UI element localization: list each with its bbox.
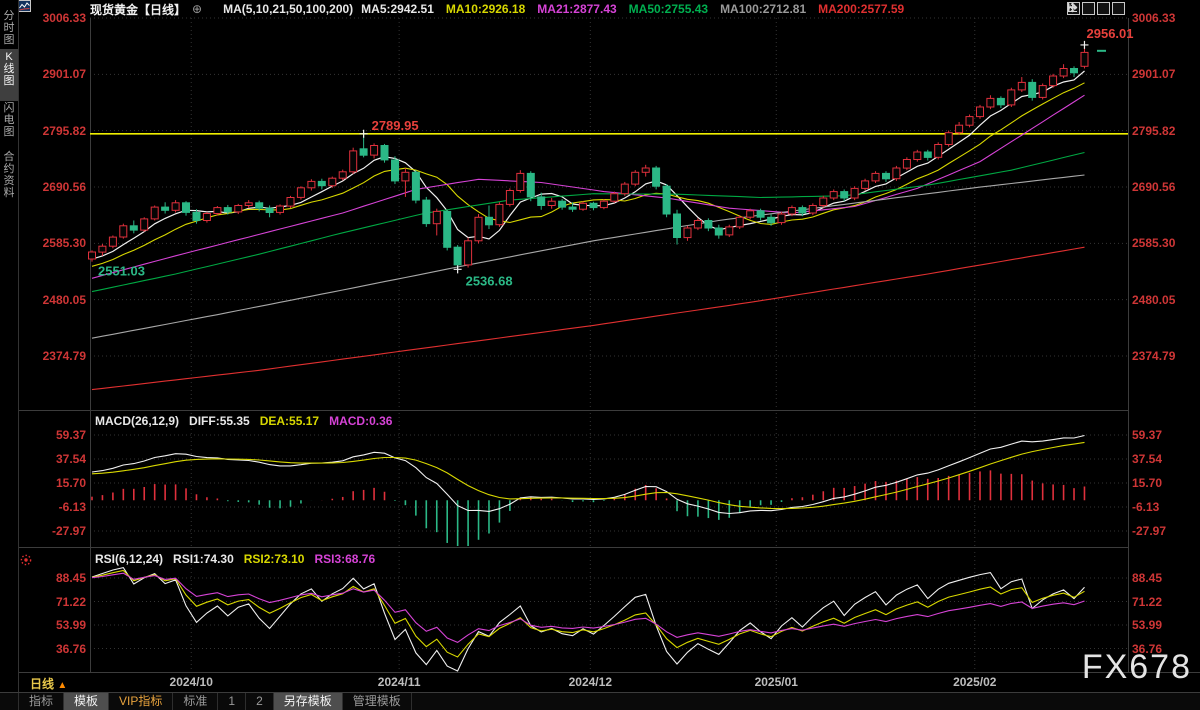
ma-legend-item: MA50:2755.43 — [629, 2, 708, 16]
axis-tick: 88.45 — [18, 571, 86, 585]
tab-1[interactable]: 1 — [218, 693, 246, 710]
tab-标准[interactable]: 标准 — [173, 693, 218, 710]
svg-text:2789.95: 2789.95 — [372, 118, 419, 133]
legend-item: RSI2:73.10 — [244, 552, 305, 566]
ma-legend-item: MA10:2926.18 — [446, 2, 525, 16]
axis-tick: 71.22 — [18, 595, 86, 609]
axis-tick: -27.97 — [1132, 524, 1198, 538]
instrument-title: 现货黄金【日线】 — [90, 1, 186, 18]
date-label: 2025/01 — [741, 675, 811, 689]
sidebar-item-option[interactable]: 合约资料 — [0, 149, 18, 211]
axis-tick: 2795.82 — [18, 124, 86, 138]
ma-legend-item: MA100:2712.81 — [720, 2, 806, 16]
axis-tick: 2901.07 — [1132, 67, 1198, 81]
chart-toolbar — [1067, 2, 1125, 15]
go-to-latest-icon[interactable] — [1112, 2, 1125, 15]
ma-legend: MA5:2942.51 MA10:2926.18 MA21:2877.43 MA50:… — [361, 2, 916, 16]
sidebar-item-option[interactable]: 闪电图 — [0, 100, 18, 149]
chart-type-sidebar: 分时图K线图闪电图合约资料 — [0, 0, 19, 692]
time-axis: 日线 ▲ 2024/10 2024/11 2024/12 2025/01 2025/02 — [0, 673, 1200, 692]
macd-legend: MACD(26,12,9) DIFF:55.35 DEA:55.17 MACD:0.3… — [95, 414, 402, 428]
axis-tick: -6.13 — [1132, 500, 1198, 514]
ma-params-label: MA(5,10,21,50,100,200) — [223, 2, 353, 16]
rsi-legend: RSI(6,12,24) RSI1:74.30 RSI2:73.10 RSI3:68.… — [95, 552, 385, 566]
tab-模板[interactable]: 模板 — [64, 693, 109, 710]
svg-text:2956.01: 2956.01 — [1087, 26, 1134, 41]
axis-tick: 2374.79 — [18, 349, 86, 363]
axis-tick: 15.70 — [1132, 476, 1198, 490]
axis-tick: 2690.56 — [18, 180, 86, 194]
axis-tick: 2795.82 — [1132, 124, 1198, 138]
legend-item: RSI(6,12,24) — [95, 552, 163, 566]
ma-legend-item: MA21:2877.43 — [537, 2, 616, 16]
bottom-tab-bar: 指标模板VIP指标标准12另存模板管理模板 — [0, 692, 1200, 710]
tab-VIP指标[interactable]: VIP指标 — [109, 693, 173, 710]
fit-horizontal-icon[interactable] — [1097, 2, 1110, 15]
axis-tick: 2585.30 — [1132, 236, 1198, 250]
svg-text:2536.68: 2536.68 — [466, 273, 513, 288]
chevron-up-icon: ▲ — [57, 680, 67, 691]
chart-type-icon[interactable] — [206, 3, 219, 15]
axis-tick: 36.76 — [18, 642, 86, 656]
axis-tick: 15.70 — [18, 476, 86, 490]
add-indicator-icon[interactable]: ⊕ — [192, 2, 202, 16]
date-label: 2024/11 — [364, 675, 434, 689]
axis-tick: 59.37 — [18, 428, 86, 442]
ma-legend-item: MA5:2942.51 — [361, 2, 434, 16]
axis-tick: 2480.05 — [1132, 293, 1198, 307]
period-selector[interactable]: 日线 ▲ — [30, 675, 67, 692]
tab-指标[interactable]: 指标 — [18, 693, 64, 710]
ma-legend-item: MA200:2577.59 — [818, 2, 904, 16]
axis-tick: 59.37 — [1132, 428, 1198, 442]
period-label: 日线 — [30, 677, 54, 691]
sidebar-item-option[interactable]: 分时图 — [0, 8, 18, 52]
axis-tick: 2585.30 — [18, 236, 86, 250]
legend-item: RSI3:68.76 — [314, 552, 375, 566]
axis-tick: 2480.05 — [18, 293, 86, 307]
sidebar-item-active[interactable]: K线图 — [0, 49, 18, 101]
legend-item: MACD(26,12,9) — [95, 414, 179, 428]
axis-tick: 2690.56 — [1132, 180, 1198, 194]
axis-tick: 2901.07 — [18, 67, 86, 81]
fit-vertical-icon[interactable] — [1082, 2, 1095, 15]
axis-tick: -27.97 — [18, 524, 86, 538]
axis-tick: 71.22 — [1132, 595, 1198, 609]
tab-2[interactable]: 2 — [246, 693, 274, 710]
axis-tick: 37.54 — [18, 452, 86, 466]
legend-item: MACD:0.36 — [329, 414, 392, 428]
axis-tick: 37.54 — [1132, 452, 1198, 466]
svg-text:2551.03: 2551.03 — [98, 264, 145, 279]
tab-另存模板[interactable]: 另存模板 — [274, 693, 343, 710]
legend-item: DEA:55.17 — [260, 414, 319, 428]
axis-tick: 53.99 — [18, 618, 86, 632]
axis-tick: 88.45 — [1132, 571, 1198, 585]
axis-tick: -6.13 — [18, 500, 86, 514]
tab-管理模板[interactable]: 管理模板 — [343, 693, 412, 710]
chart-header: 现货黄金【日线】 ⊕ MA(5,10,21,50,100,200) MA5:29… — [18, 0, 1200, 18]
date-label: 2024/10 — [156, 675, 226, 689]
trading-app-window: 2789.95 2551.03 2536.68 2956.01 现货黄金【日线】 ⊕ … — [0, 0, 1200, 710]
axis-tick: 2374.79 — [1132, 349, 1198, 363]
chart-canvas[interactable]: 2789.95 2551.03 2536.68 2956.01 — [0, 0, 1200, 710]
legend-item: RSI1:74.30 — [173, 552, 234, 566]
watermark: FX678 — [1082, 648, 1192, 687]
legend-item: DIFF:55.35 — [189, 414, 250, 428]
date-label: 2024/12 — [555, 675, 625, 689]
date-label: 2025/02 — [940, 675, 1010, 689]
axis-tick: 53.99 — [1132, 618, 1198, 632]
